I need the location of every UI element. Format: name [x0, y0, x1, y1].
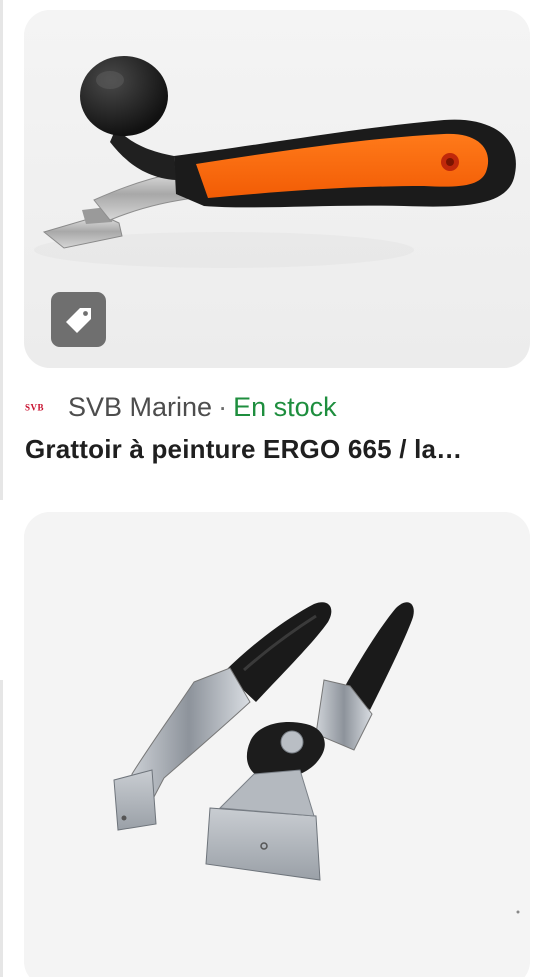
product-image-card[interactable] [24, 512, 530, 977]
separator-dot: · [218, 391, 228, 422]
shopping-results-page: SVB SVB Marine · En stock Grattoir à pei… [0, 0, 551, 977]
price-tag-badge[interactable] [51, 292, 106, 347]
stock-status: En stock [233, 391, 337, 422]
svb-logo: SVB [25, 402, 57, 413]
source-name: SVB Marine [68, 391, 213, 422]
price-tag-icon [65, 307, 91, 333]
left-edge-strip [0, 0, 3, 500]
product-image-scrapers-pair [24, 512, 530, 977]
product-title[interactable]: Grattoir à peinture ERGO 665 / la… [25, 434, 525, 465]
result-source-row[interactable]: SVB SVB Marine · En stock [25, 388, 337, 426]
left-edge-strip [0, 680, 3, 977]
product-image-card[interactable] [24, 10, 530, 368]
svg-text:SVB: SVB [25, 403, 44, 413]
